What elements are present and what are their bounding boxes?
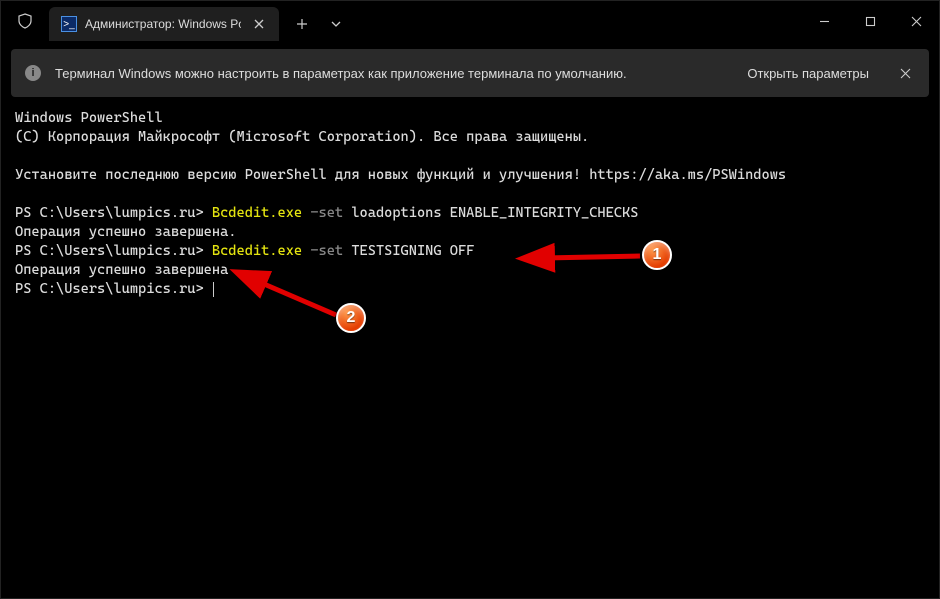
tab-title: Администратор: Windows Po bbox=[85, 17, 241, 31]
infobar-close-button[interactable] bbox=[891, 59, 919, 87]
prompt-2: PS C:\Users\lumpics.ru> bbox=[15, 243, 204, 259]
tab-close-button[interactable] bbox=[249, 14, 269, 34]
info-icon: i bbox=[25, 65, 41, 81]
terminal-window: >_ Администратор: Windows Po bbox=[0, 0, 940, 599]
open-settings-link[interactable]: Открыть параметры bbox=[739, 62, 877, 85]
cmd1-args: loadoptions ENABLE_INTEGRITY_CHECKS bbox=[351, 205, 638, 221]
result-2: Операция успешно завершена bbox=[15, 262, 228, 278]
window-controls bbox=[801, 1, 939, 41]
ps-install-msg: Установите последнюю версию PowerShell д… bbox=[15, 167, 786, 183]
app-shield-icon bbox=[1, 1, 49, 41]
cmd2-args: TESTSIGNING OFF bbox=[351, 243, 474, 259]
terminal-output[interactable]: Windows PowerShell (C) Корпорация Майкро… bbox=[1, 103, 939, 598]
result-1: Операция успешно завершена. bbox=[15, 224, 236, 240]
tab-dropdown-button[interactable] bbox=[319, 9, 353, 39]
maximize-button[interactable] bbox=[847, 1, 893, 41]
ps-header-2: (C) Корпорация Майкрософт (Microsoft Cor… bbox=[15, 129, 589, 145]
cursor bbox=[213, 282, 214, 297]
prompt-3: PS C:\Users\lumpics.ru> bbox=[15, 281, 204, 297]
ps-header-1: Windows PowerShell bbox=[15, 110, 163, 126]
infobar: i Терминал Windows можно настроить в пар… bbox=[11, 49, 929, 97]
cmd1-exe: Bcdedit.exe bbox=[212, 205, 302, 221]
infobar-message: Терминал Windows можно настроить в парам… bbox=[55, 66, 725, 81]
powershell-icon: >_ bbox=[61, 16, 77, 32]
close-window-button[interactable] bbox=[893, 1, 939, 41]
cmd2-exe: Bcdedit.exe bbox=[212, 243, 302, 259]
cmd2-flag: -set bbox=[310, 243, 343, 259]
minimize-button[interactable] bbox=[801, 1, 847, 41]
new-tab-button[interactable] bbox=[285, 9, 319, 39]
cmd1-flag: -set bbox=[310, 205, 343, 221]
titlebar: >_ Администратор: Windows Po bbox=[1, 1, 939, 41]
tab-actions bbox=[285, 7, 353, 41]
tab-active[interactable]: >_ Администратор: Windows Po bbox=[49, 7, 279, 41]
prompt-1: PS C:\Users\lumpics.ru> bbox=[15, 205, 204, 221]
